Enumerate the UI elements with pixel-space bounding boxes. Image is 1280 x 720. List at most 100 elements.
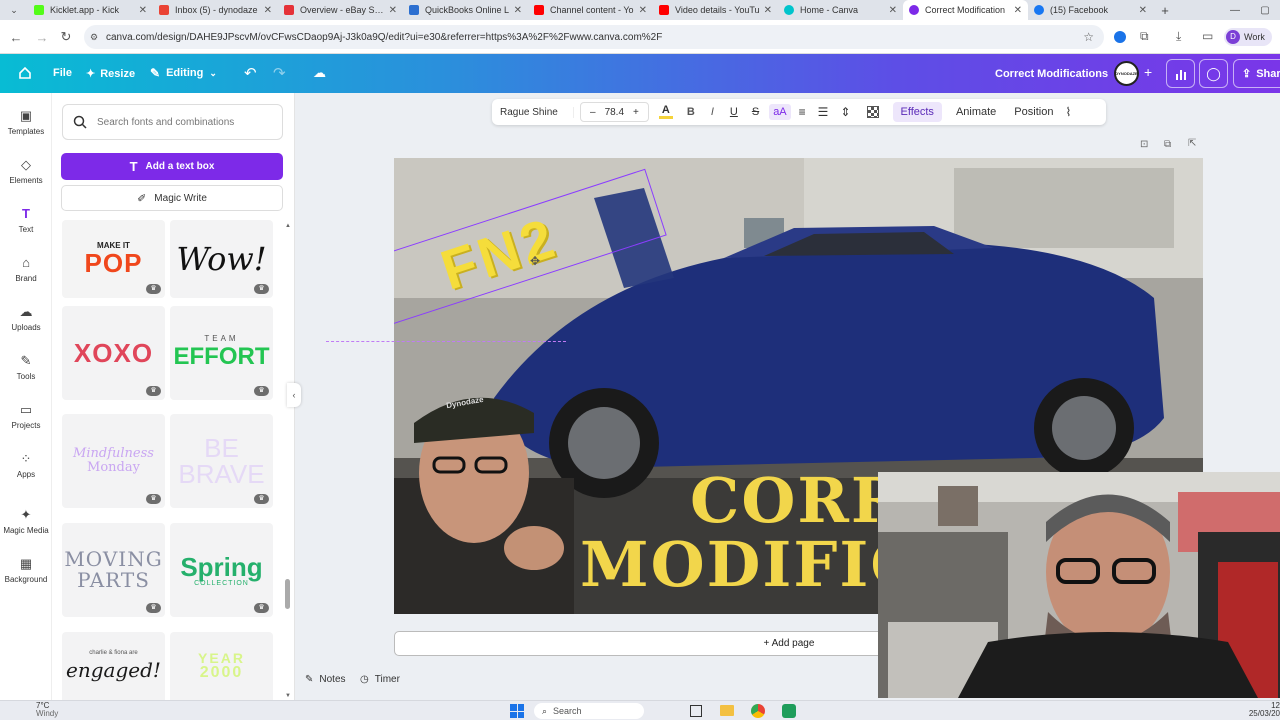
add-text-box-button[interactable]: T Add a text box <box>61 153 283 180</box>
font-family-select[interactable]: Rague Shine <box>494 106 574 118</box>
close-tab-icon[interactable]: ✕ <box>264 5 272 16</box>
reload-icon[interactable]: ↻ <box>54 25 78 49</box>
copy-style-icon[interactable]: ⌇ <box>1065 105 1071 119</box>
clock[interactable]: 12 25/03/20 <box>1248 701 1280 719</box>
text-combo-tile[interactable]: Wow! ♛ <box>170 220 273 298</box>
close-tab-icon[interactable]: ✕ <box>764 5 772 16</box>
timer-button[interactable]: ◷ Timer <box>360 674 400 685</box>
italic-button[interactable]: I <box>705 106 720 118</box>
bold-button[interactable]: B <box>681 106 701 118</box>
browser-tab[interactable]: Home - Canva ✕ <box>778 0 903 20</box>
weather-widget[interactable]: 7°C Windy <box>36 701 58 719</box>
split-view-icon[interactable]: ▭ <box>1202 29 1213 43</box>
comments-icon[interactable]: ◯ <box>1199 59 1228 88</box>
design-title[interactable]: Correct Modifications <box>995 68 1108 80</box>
redo-icon[interactable]: ↷ <box>273 64 286 82</box>
tab-list-menu[interactable]: ⌄ <box>0 5 28 16</box>
add-collaborator-icon[interactable]: + <box>1144 64 1152 80</box>
headline-line-1[interactable]: CORR <box>690 470 904 532</box>
increase-size-button[interactable]: + <box>628 107 644 118</box>
text-combo-tile[interactable]: BE BRAVE ♛ <box>170 414 273 508</box>
downloads-icon[interactable]: ⤓ <box>1176 29 1181 44</box>
move-handle-icon[interactable]: ✥ <box>530 254 540 268</box>
close-tab-icon[interactable]: ✕ <box>1014 5 1022 16</box>
forward-arrow-icon[interactable]: → <box>30 25 54 49</box>
rail-brand[interactable]: ⌂ Brand <box>0 256 52 284</box>
close-tab-icon[interactable]: ✕ <box>389 5 397 16</box>
font-size-value[interactable]: 78.4 <box>601 107 628 118</box>
rail-tools[interactable]: ✎ Tools <box>0 354 52 382</box>
file-menu-button[interactable]: File <box>53 67 72 79</box>
site-info-icon[interactable]: ⚙ <box>90 32 98 43</box>
home-icon[interactable] <box>18 66 32 80</box>
share-page-icon[interactable]: ⇱ <box>1188 138 1196 149</box>
scroll-down-icon[interactable]: ▼ <box>285 693 291 699</box>
notes-button[interactable]: ✎ Notes <box>305 674 346 685</box>
text-combo-tile[interactable]: charlie & fiona are engaged! <box>62 632 165 700</box>
underline-button[interactable]: U <box>724 106 744 118</box>
bookmark-star-icon[interactable]: ☆ <box>1083 30 1094 44</box>
windows-start-icon[interactable] <box>510 704 524 718</box>
profile-chip[interactable]: D Work <box>1224 28 1272 46</box>
text-combo-tile[interactable]: MAKE IT POP ♛ <box>62 220 165 298</box>
headline-line-2[interactable]: MODIFIC <box>580 534 922 596</box>
rail-uploads[interactable]: ☁ Uploads <box>0 305 52 333</box>
scroll-up-icon[interactable]: ▲ <box>285 223 291 229</box>
undo-icon[interactable]: ↶ <box>244 64 257 82</box>
strikethrough-button[interactable]: S <box>746 106 765 118</box>
text-combo-tile[interactable]: MOVING PARTS ♛ <box>62 523 165 617</box>
back-arrow-icon[interactable]: ← <box>4 25 28 49</box>
close-tab-icon[interactable]: ✕ <box>1139 5 1147 16</box>
browser-tab[interactable]: Video details - YouTu ✕ <box>653 0 778 20</box>
minimize-window-icon[interactable]: — <box>1220 5 1250 16</box>
rail-projects[interactable]: ▭ Projects <box>0 403 52 431</box>
align-center-icon[interactable]: ≡ <box>799 105 806 119</box>
chrome-icon[interactable] <box>751 704 765 718</box>
team-avatar[interactable]: DYNODAZE <box>1114 61 1139 86</box>
text-combo-tile[interactable]: Spring COLLECTION ♛ <box>170 523 273 617</box>
resize-button[interactable]: ✦ Resize <box>86 67 135 81</box>
puzzle-extensions-icon[interactable]: ⧉ <box>1140 29 1149 44</box>
extension-icon[interactable] <box>1114 31 1126 43</box>
rail-templates[interactable]: ▣ Templates <box>0 109 52 137</box>
browser-tab[interactable]: Overview - eBay Selle ✕ <box>278 0 403 20</box>
browser-tab-active[interactable]: Correct Modification ✕ <box>903 0 1028 20</box>
font-size-stepper[interactable]: – 78.4 + <box>580 102 649 122</box>
browser-tab[interactable]: Kicklet.app - Kick ✕ <box>28 0 153 20</box>
list-icon[interactable]: ☰ <box>818 105 829 119</box>
rail-elements[interactable]: ◇ Elements <box>0 158 52 186</box>
collapse-panel-handle[interactable]: ‹ <box>287 383 301 407</box>
cloud-saved-icon[interactable]: ☁ <box>313 65 326 81</box>
panel-scrollbar[interactable]: ▲ ▼ <box>285 223 291 699</box>
close-tab-icon[interactable]: ✕ <box>889 5 897 16</box>
rail-text[interactable]: T Text <box>0 207 52 235</box>
taskbar-search[interactable]: ⌕ Search <box>534 703 644 719</box>
decrease-size-button[interactable]: – <box>585 107 601 118</box>
close-tab-icon[interactable]: ✕ <box>639 5 647 16</box>
position-button[interactable]: Position <box>1006 102 1061 122</box>
new-tab-button[interactable]: + <box>1153 3 1177 18</box>
text-color-icon[interactable]: A <box>658 105 673 119</box>
text-combo-tile[interactable]: Mindfulness Monday ♛ <box>62 414 165 508</box>
animate-button[interactable]: Animate <box>948 102 1004 122</box>
rail-background[interactable]: ▦ Background <box>0 557 52 585</box>
font-search-input[interactable]: Search fonts and combinations <box>62 104 283 140</box>
text-combo-tile[interactable]: XOXO ♛ <box>62 306 165 400</box>
url-field[interactable]: ⚙ canva.com/design/DAHE9JPscvM/ovCFwsCDa… <box>84 25 1104 49</box>
transparency-icon[interactable] <box>866 106 879 118</box>
share-button[interactable]: ⇪Share <box>1233 59 1280 88</box>
app-icon[interactable] <box>782 704 796 718</box>
browser-tab[interactable]: Inbox (5) - dynodaze ✕ <box>153 0 278 20</box>
letter-case-button[interactable]: aA <box>769 104 791 120</box>
close-tab-icon[interactable]: ✕ <box>139 5 147 16</box>
editing-mode-button[interactable]: ✎ Editing ⌄ <box>150 66 217 80</box>
effects-button[interactable]: Effects <box>892 102 942 122</box>
duplicate-page-icon[interactable]: ⧉ <box>1164 139 1171 150</box>
insights-chart-icon[interactable] <box>1166 59 1195 88</box>
browser-tab[interactable]: (15) Facebook ✕ <box>1028 0 1153 20</box>
lock-icon[interactable]: ⊡ <box>1140 139 1148 150</box>
text-combo-tile[interactable]: YEAR 2000 <box>170 632 273 700</box>
browser-tab[interactable]: QuickBooks Online L ✕ <box>403 0 528 20</box>
spacing-icon[interactable]: ⇕ <box>840 105 850 119</box>
scrollbar-thumb[interactable] <box>285 579 290 609</box>
